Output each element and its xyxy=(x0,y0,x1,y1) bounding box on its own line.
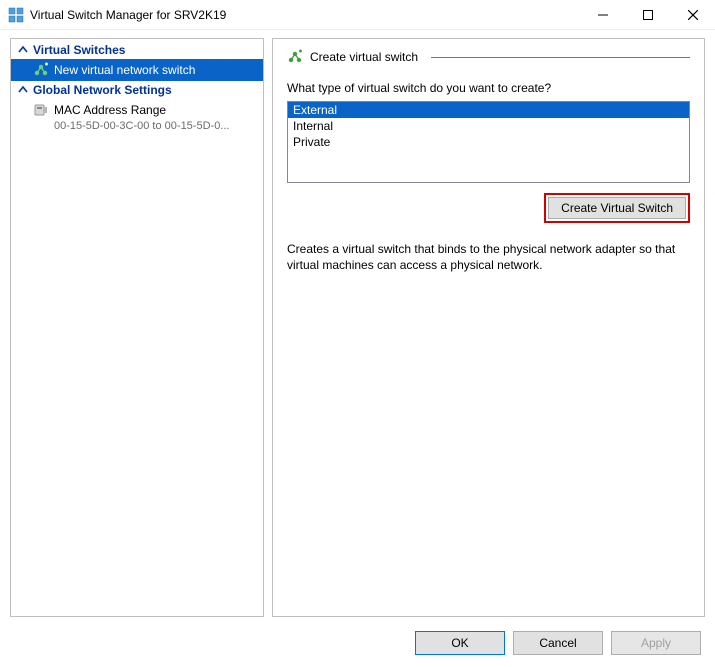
tree-item-new-virtual-switch[interactable]: New virtual network switch xyxy=(11,59,263,81)
list-item-private[interactable]: Private xyxy=(288,134,689,150)
section-title-text: Create virtual switch xyxy=(310,50,418,64)
window-title: Virtual Switch Manager for SRV2K19 xyxy=(30,8,226,22)
create-virtual-switch-button[interactable]: Create Virtual Switch xyxy=(548,197,686,219)
tree-section-virtual-switches[interactable]: Virtual Switches xyxy=(11,41,263,59)
cancel-button[interactable]: Cancel xyxy=(513,631,603,655)
app-icon xyxy=(8,7,24,23)
ok-button[interactable]: OK xyxy=(415,631,505,655)
section-header: Create virtual switch xyxy=(287,49,690,69)
tree-item-mac-address-range[interactable]: MAC Address Range xyxy=(11,99,263,121)
tree-section-global-settings[interactable]: Global Network Settings xyxy=(11,81,263,99)
titlebar: Virtual Switch Manager for SRV2K19 xyxy=(0,0,715,30)
collapse-icon xyxy=(17,45,29,55)
dialog-buttons: OK Cancel Apply xyxy=(415,631,701,655)
maximize-button[interactable] xyxy=(625,0,670,30)
highlight-annotation: Create Virtual Switch xyxy=(544,193,690,223)
switch-type-list[interactable]: External Internal Private xyxy=(287,101,690,183)
close-button[interactable] xyxy=(670,0,715,30)
description-text: Creates a virtual switch that binds to t… xyxy=(287,241,690,273)
window-controls xyxy=(580,0,715,30)
tree-section-label: Global Network Settings xyxy=(33,83,172,97)
network-switch-add-icon xyxy=(33,62,49,78)
collapse-icon xyxy=(17,85,29,95)
apply-button[interactable]: Apply xyxy=(611,631,701,655)
list-item-external[interactable]: External xyxy=(288,102,689,118)
content-pane: Create virtual switch What type of virtu… xyxy=(272,38,705,617)
prompt-text: What type of virtual switch do you want … xyxy=(287,81,690,95)
minimize-button[interactable] xyxy=(580,0,625,30)
divider xyxy=(431,57,690,58)
network-switch-add-icon xyxy=(287,49,303,65)
tree-item-label: MAC Address Range xyxy=(54,103,166,117)
list-item-internal[interactable]: Internal xyxy=(288,118,689,134)
navigation-tree: Virtual Switches New virtual network swi… xyxy=(10,38,264,617)
tree-item-subtext: 00-15-5D-00-3C-00 to 00-15-5D-0... xyxy=(11,120,263,132)
tree-item-label: New virtual network switch xyxy=(54,63,195,77)
tree-section-label: Virtual Switches xyxy=(33,43,125,57)
network-adapter-icon xyxy=(33,102,49,118)
